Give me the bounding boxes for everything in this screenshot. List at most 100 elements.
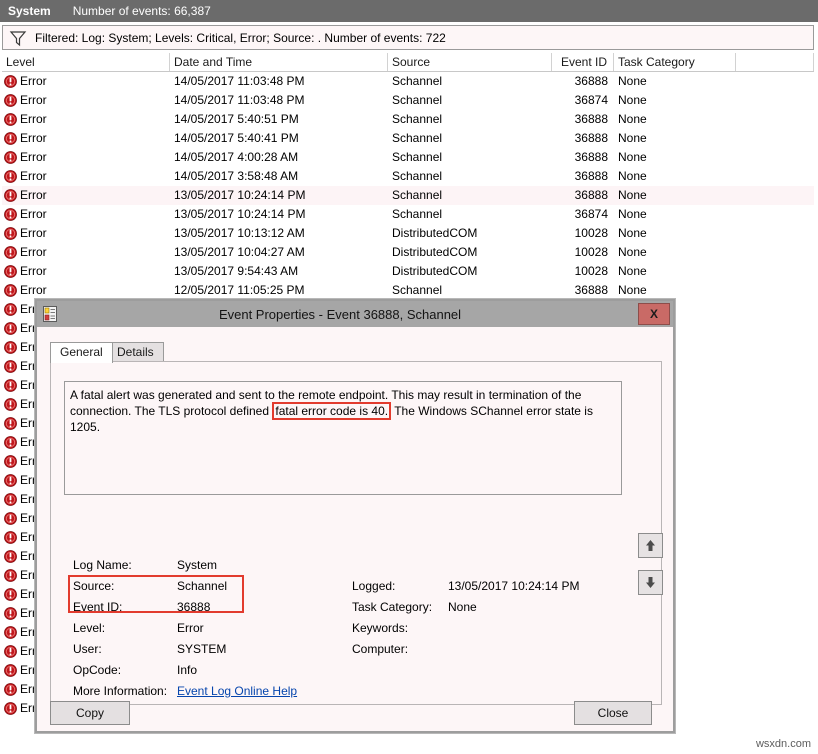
cell-task-category: None (618, 131, 647, 145)
cell-event-id: 36874 (574, 207, 608, 221)
cell-level-label: Error (20, 169, 47, 183)
cell-level: Error (2, 243, 170, 262)
arrow-up-icon[interactable] (638, 533, 663, 558)
table-row[interactable]: Error 14/05/2017 11:03:48 PM Schannel 36874… (2, 91, 814, 110)
filter-bar[interactable]: Filtered: Log: System; Levels: Critical,… (2, 25, 814, 50)
field-label-more-information: More Information: (73, 684, 168, 698)
column-header-row[interactable]: Level Date and Time Source Event ID Task Cat… (2, 53, 814, 72)
cell-level-label: Error (20, 93, 47, 107)
error-icon (4, 417, 17, 430)
error-icon (4, 94, 17, 107)
cell-level: Error (2, 167, 170, 186)
cell-level-label: Error (20, 283, 47, 297)
cell-task-category: None (618, 226, 647, 240)
error-icon (4, 455, 17, 468)
cell-task-category: None (618, 283, 647, 297)
error-icon (4, 683, 17, 696)
cell-level: Error (2, 186, 170, 205)
error-icon (4, 246, 17, 259)
cell-event-id: 36888 (574, 74, 608, 88)
table-row[interactable]: Error 14/05/2017 4:00:28 AM Schannel 36888 N… (2, 148, 814, 167)
close-button[interactable]: Close (574, 701, 652, 725)
error-icon (4, 645, 17, 658)
field-value-user: SYSTEM (177, 642, 227, 656)
cell-level-label: Error (20, 74, 47, 88)
cell-source: DistributedCOM (392, 226, 478, 240)
column-header-task-category[interactable]: Task Category (614, 53, 736, 71)
cell-event-id: 36888 (574, 131, 608, 145)
tab-details[interactable]: Details (107, 342, 164, 362)
table-row[interactable]: Error 13/05/2017 10:24:14 PM Schannel 36888… (2, 186, 814, 205)
event-viewer-window: System Number of events: 66,387 Filtered… (0, 0, 818, 754)
error-icon (4, 474, 17, 487)
table-row[interactable]: Error 14/05/2017 5:40:41 PM Schannel 36888 N… (2, 129, 814, 148)
error-icon (4, 569, 17, 582)
cell-source: Schannel (392, 131, 443, 145)
cell-level: Error (2, 262, 170, 281)
cell-event-id: 36888 (574, 150, 608, 164)
cell-datetime: 14/05/2017 3:58:48 AM (174, 169, 299, 183)
tab-general[interactable]: General (50, 342, 113, 363)
table-row[interactable]: Error 13/05/2017 10:24:14 PM Schannel 36874… (2, 205, 814, 224)
cell-event-id: 36874 (574, 93, 608, 107)
error-icon (4, 588, 17, 601)
cell-level-label: Error (20, 188, 47, 202)
cell-level: Error (2, 110, 170, 129)
cell-source: DistributedCOM (392, 245, 478, 259)
cell-task-category: None (618, 150, 647, 164)
cell-level-label: Error (20, 207, 47, 221)
cell-source: Schannel (392, 169, 443, 183)
table-row[interactable]: Error 14/05/2017 3:58:48 AM Schannel 36888 N… (2, 167, 814, 186)
field-value-logged: 13/05/2017 10:24:14 PM (448, 579, 580, 593)
table-row[interactable]: Error 13/05/2017 9:54:43 AM DistributedCOM… (2, 262, 814, 281)
close-icon[interactable]: X (638, 303, 670, 325)
column-header-blank[interactable] (736, 53, 814, 71)
cell-level: Error (2, 72, 170, 91)
cell-datetime: 13/05/2017 10:04:27 AM (174, 245, 305, 259)
column-header-date-and-time[interactable]: Date and Time (170, 53, 388, 71)
cell-level-label: Error (20, 226, 47, 240)
cell-source: Schannel (392, 74, 443, 88)
column-header-level[interactable]: Level (2, 53, 170, 71)
cell-datetime: 14/05/2017 5:40:41 PM (174, 131, 299, 145)
error-icon (4, 265, 17, 278)
table-row[interactable]: Error 14/05/2017 5:40:51 PM Schannel 36888 N… (2, 110, 814, 129)
tab-panel-general: A fatal alert was generated and sent to … (50, 361, 663, 705)
cell-source: Schannel (392, 207, 443, 221)
error-icon (4, 75, 17, 88)
event-detail-fields: Log Name: System Source: Schannel Event … (64, 558, 654, 700)
cell-datetime: 14/05/2017 11:03:48 PM (174, 74, 305, 88)
cell-level: Error (2, 148, 170, 167)
copy-button[interactable]: Copy (50, 701, 130, 725)
cell-source: Schannel (392, 283, 443, 297)
cell-level: Error (2, 205, 170, 224)
field-value-log-name: System (177, 558, 218, 572)
column-header-source[interactable]: Source (388, 53, 552, 71)
cell-event-id: 10028 (574, 245, 608, 259)
event-count-label: Number of events: 66,387 (72, 4, 211, 18)
cell-task-category: None (618, 112, 647, 126)
error-icon (4, 189, 17, 202)
cell-level: Error (2, 281, 170, 300)
dialog-tabs[interactable]: General Details (50, 342, 662, 363)
error-icon (4, 531, 17, 544)
table-row[interactable]: Error 12/05/2017 11:05:25 PM Schannel 36888… (2, 281, 814, 300)
cell-level-label: Error (20, 264, 47, 278)
error-icon (4, 341, 17, 354)
table-row[interactable]: Error 13/05/2017 10:04:27 AM DistributedCO… (2, 243, 814, 262)
field-value-opcode: Info (177, 663, 198, 677)
cell-datetime: 13/05/2017 10:13:12 AM (174, 226, 305, 240)
error-icon (4, 113, 17, 126)
cell-event-id: 36888 (574, 188, 608, 202)
event-properties-dialog[interactable]: Event Properties - Event 36888, Schannel… (35, 299, 675, 733)
cell-task-category: None (618, 245, 647, 259)
event-log-online-help-link[interactable]: Event Log Online Help (177, 684, 297, 698)
dialog-title-bar[interactable]: Event Properties - Event 36888, Schannel… (37, 301, 673, 327)
field-value-source: Schannel (177, 579, 228, 593)
table-row[interactable]: Error 14/05/2017 11:03:48 PM Schannel 36888… (2, 72, 814, 91)
table-row[interactable]: Error 13/05/2017 10:13:12 AM DistributedCO… (2, 224, 814, 243)
cell-source: Schannel (392, 112, 443, 126)
error-icon (4, 360, 17, 373)
column-header-event-id[interactable]: Event ID (552, 53, 614, 71)
error-icon (4, 512, 17, 525)
